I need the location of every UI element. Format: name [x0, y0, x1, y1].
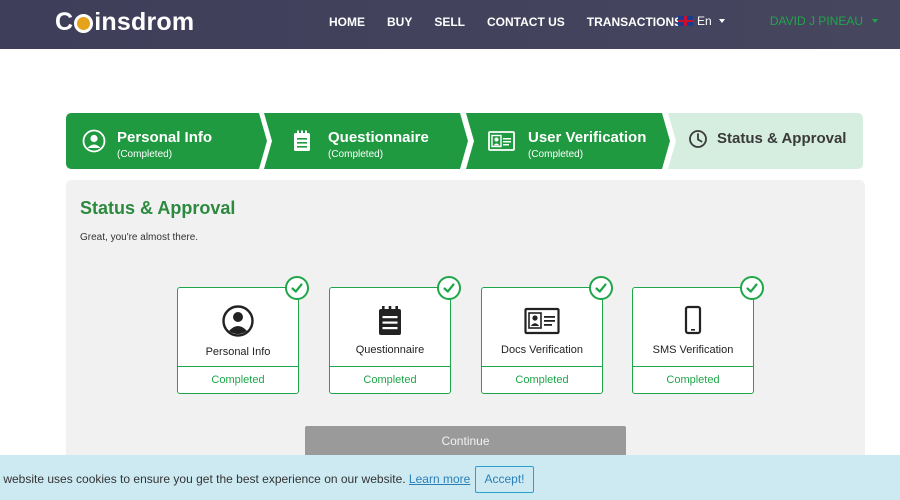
learn-more-link[interactable]: Learn more: [409, 472, 470, 486]
check-circle-icon: [437, 276, 461, 300]
nav-transactions[interactable]: TRANSACTIONS: [587, 15, 682, 29]
caret-down-icon: [718, 19, 725, 23]
tile-status: Completed: [363, 374, 417, 386]
continue-button[interactable]: Continue: [305, 426, 626, 456]
tile-divider: [178, 366, 298, 367]
progress-stepper: Personal Info (Completed) Questionnaire …: [66, 113, 863, 169]
tile-docs-verification: Docs Verification Completed: [481, 276, 613, 394]
cookie-banner: s website uses cookies to ensure you get…: [0, 455, 900, 500]
step-title: Status & Approval: [717, 130, 847, 147]
mobile-phone-icon: [684, 305, 702, 335]
tile-label: Questionnaire: [355, 344, 425, 356]
id-card-icon: [488, 131, 515, 151]
page: Cinsdrom HOME BUY SELL CONTACT US TRANSA…: [0, 0, 900, 500]
caret-down-icon: [872, 19, 878, 23]
user-circle-icon: [222, 305, 254, 337]
tile-status: Completed: [211, 374, 265, 386]
step-title: Personal Info: [117, 129, 213, 146]
step-personal-info[interactable]: Personal Info (Completed): [66, 113, 267, 169]
user-menu[interactable]: DAVID J PINEAU: [770, 14, 878, 28]
logo-text-end: insdrom: [94, 8, 195, 36]
tile-status: Completed: [515, 374, 569, 386]
tile-divider: [482, 366, 602, 367]
step-status: (Completed): [117, 149, 173, 160]
logo-text-start: C: [55, 8, 74, 36]
nav-contact-us[interactable]: CONTACT US: [487, 15, 565, 29]
coin-icon: [74, 14, 94, 33]
user-name: DAVID J PINEAU: [769, 14, 863, 28]
id-card-icon: [524, 307, 560, 335]
tile-sms-verification: SMS Verification Completed: [632, 276, 764, 394]
tile-label: SMS Verification: [652, 344, 734, 356]
clipboard-list-icon: [379, 306, 401, 335]
language-selector[interactable]: En: [678, 14, 725, 28]
step-status-approval[interactable]: Status & Approval: [668, 113, 863, 169]
uk-flag-icon: [678, 16, 693, 26]
tile-divider: [330, 366, 450, 367]
step-status: (Completed): [528, 149, 584, 160]
nav-sell[interactable]: SELL: [434, 15, 465, 29]
step-title: Questionnaire: [328, 129, 429, 146]
clock-icon: [689, 130, 707, 148]
step-title: User Verification: [528, 129, 647, 146]
cookie-text: s website uses cookies to ensure you get…: [0, 472, 406, 486]
nav-buy[interactable]: BUY: [387, 15, 412, 29]
check-circle-icon: [285, 276, 309, 300]
tile-label: Personal Info: [205, 346, 271, 358]
tile-status: Completed: [666, 374, 720, 386]
clipboard-list-icon: [294, 130, 310, 151]
tile-label: Docs Verification: [501, 344, 583, 356]
user-circle-icon: [82, 129, 106, 153]
step-user-verification[interactable]: User Verification (Completed): [466, 113, 670, 169]
tile-divider: [633, 366, 753, 367]
coinsdrom-logo[interactable]: Cinsdrom: [55, 8, 194, 37]
status-approval-card: Status & Approval Great, you're almost t…: [66, 180, 865, 470]
step-status: (Completed): [328, 149, 384, 160]
cookie-message: s website uses cookies to ensure you get…: [0, 472, 470, 486]
nav-home[interactable]: HOME: [329, 15, 365, 29]
accept-cookies-button[interactable]: Accept!: [475, 466, 534, 493]
main-nav: HOME BUY SELL CONTACT US TRANSACTIONS: [329, 15, 704, 29]
tile-questionnaire: Questionnaire Completed: [329, 276, 461, 394]
top-navbar: Cinsdrom HOME BUY SELL CONTACT US TRANSA…: [0, 0, 900, 49]
step-questionnaire[interactable]: Questionnaire (Completed): [264, 113, 468, 169]
section-subtitle: Great, you're almost there.: [80, 232, 199, 243]
check-circle-icon: [740, 276, 764, 300]
section-title: Status & Approval: [80, 198, 236, 218]
check-circle-icon: [589, 276, 613, 300]
tile-personal-info: Personal Info Completed: [177, 276, 309, 394]
language-label: En: [697, 14, 712, 28]
